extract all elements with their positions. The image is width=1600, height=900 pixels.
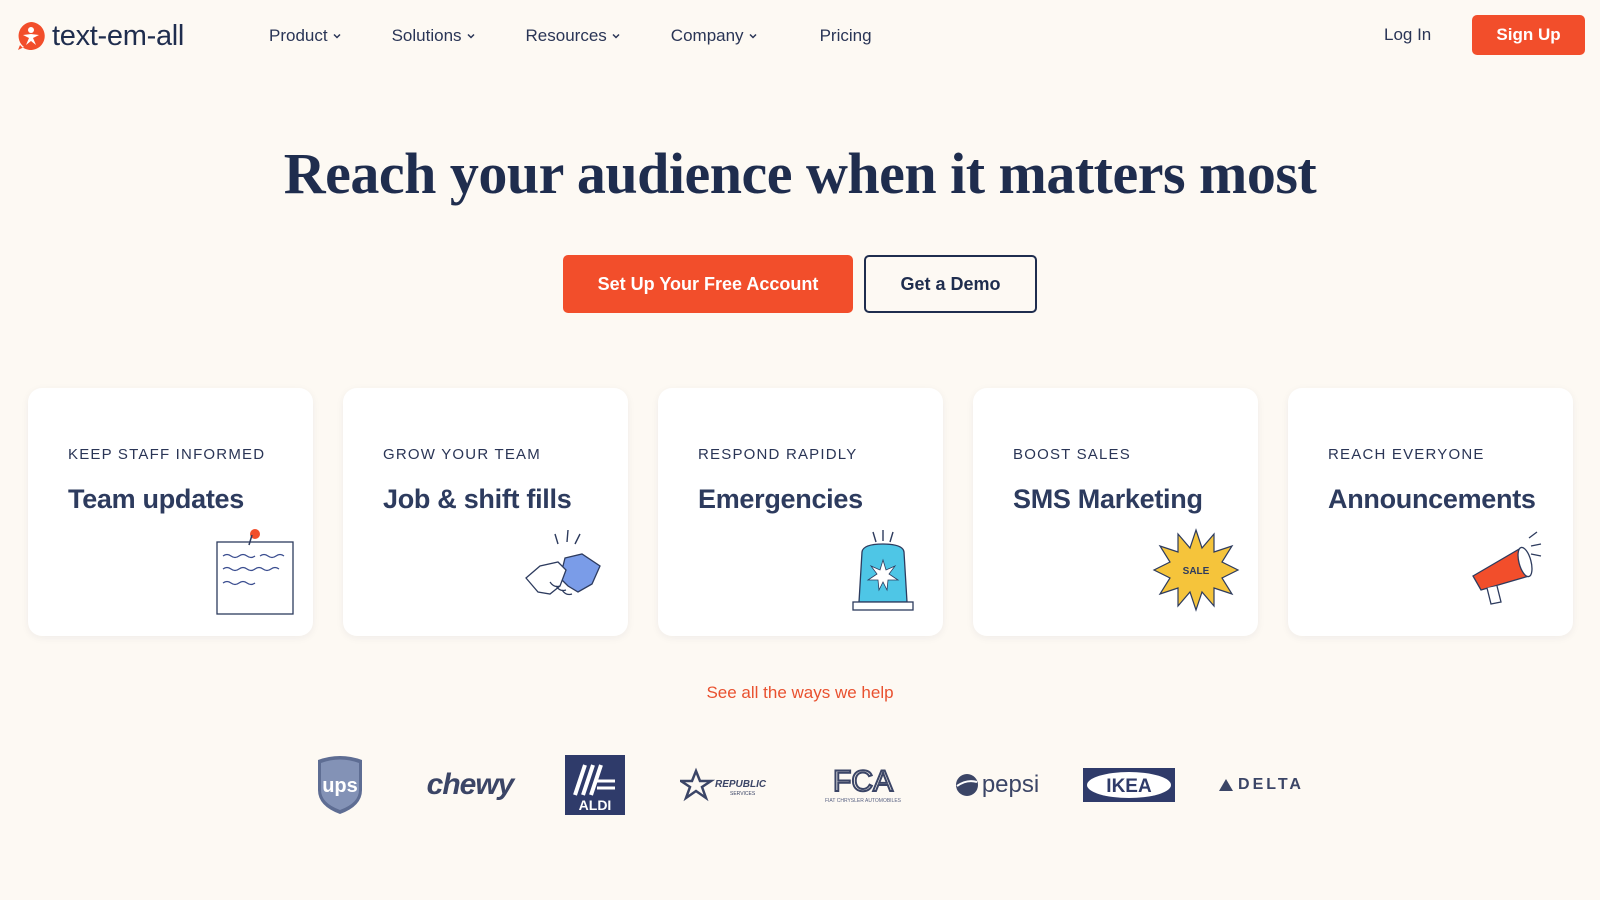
republic-services-logo: REPUBLIC SERVICES xyxy=(680,752,776,818)
nav-item-pricing[interactable]: Pricing xyxy=(820,22,872,50)
card-title: SMS Marketing xyxy=(1013,484,1203,514)
hero-title: Reach your audience when it matters most xyxy=(283,141,1317,206)
pepsi-logo: pepsi xyxy=(952,752,1042,818)
pepsi-logo-text: pepsi xyxy=(981,771,1040,798)
see-all-link[interactable]: See all the ways we help xyxy=(0,683,1600,703)
text-em-all-logo-icon xyxy=(15,20,47,52)
signup-button[interactable]: Sign Up xyxy=(1472,15,1585,55)
pinned-note-icon xyxy=(216,529,294,615)
chevron-down-icon xyxy=(467,33,475,39)
card-title: Team updates xyxy=(68,484,244,514)
brand-name: text-em-all xyxy=(52,20,185,52)
main-menu: Product Solutions Resources Company Pric… xyxy=(269,22,872,50)
nav-item-label: Company xyxy=(670,26,744,45)
card-job-shift-fills[interactable]: GROW YOUR TEAM Job & shift fills xyxy=(343,388,628,636)
nav-item-label: Resources xyxy=(525,26,607,45)
get-demo-button[interactable]: Get a Demo xyxy=(864,255,1037,313)
ups-logo-text: ups xyxy=(322,775,358,797)
top-navigation: text-em-all Product Solutions Resources … xyxy=(0,0,1600,72)
sale-badge-icon: SALE xyxy=(1152,528,1240,612)
card-kicker: KEEP STAFF INFORMED xyxy=(68,446,266,463)
sale-badge-text: SALE xyxy=(1183,566,1210,577)
ups-logo: ups xyxy=(314,752,366,818)
customer-logos: ups chewy ALDI REPUBLIC SERVICES FCA FIA… xyxy=(310,752,1310,818)
card-title: Emergencies xyxy=(698,484,863,514)
nav-item-resources[interactable]: Resources xyxy=(526,22,621,50)
card-kicker: BOOST SALES xyxy=(1013,446,1131,463)
card-title: Job & shift fills xyxy=(383,484,572,514)
use-case-cards: KEEP STAFF INFORMED Team updates GROW YO… xyxy=(28,388,1573,636)
handshake-icon xyxy=(525,529,601,596)
card-title: Announcements xyxy=(1328,484,1536,514)
delta-triangle-icon xyxy=(1219,779,1234,791)
ikea-logo: IKEA xyxy=(1083,752,1175,818)
nav-item-company[interactable]: Company xyxy=(671,22,758,50)
chewy-logo-text: chewy xyxy=(426,768,515,801)
chevron-down-icon xyxy=(333,33,341,39)
card-kicker: RESPOND RAPIDLY xyxy=(698,446,858,463)
republic-logo-subtext: SERVICES xyxy=(730,791,756,797)
card-kicker: GROW YOUR TEAM xyxy=(383,446,541,463)
ikea-logo-text: IKEA xyxy=(1106,776,1152,797)
card-announcements[interactable]: REACH EVERYONE Announcements xyxy=(1288,388,1573,636)
fca-logo-text: FCA xyxy=(833,765,893,798)
nav-item-label: Pricing xyxy=(819,26,872,45)
chewy-logo: chewy xyxy=(422,752,518,818)
siren-icon xyxy=(852,530,914,611)
republic-logo-text: REPUBLIC xyxy=(715,779,767,790)
login-link[interactable]: Log In xyxy=(1384,22,1431,48)
delta-logo-text: DELTA xyxy=(1238,776,1304,793)
card-sms-marketing[interactable]: BOOST SALES SMS Marketing SALE xyxy=(973,388,1258,636)
fca-logo: FCA FIAT CHRYSLER AUTOMOBILES xyxy=(815,752,911,818)
delta-logo: DELTA xyxy=(1216,752,1306,818)
nav-item-product[interactable]: Product xyxy=(269,22,342,50)
aldi-logo-text: ALDI xyxy=(579,797,612,813)
aldi-logo: ALDI xyxy=(565,752,625,818)
page: text-em-all Product Solutions Resources … xyxy=(0,0,1600,900)
nav-item-label: Product xyxy=(269,26,328,45)
brand-logo[interactable]: text-em-all xyxy=(15,20,184,52)
card-kicker: REACH EVERYONE xyxy=(1328,446,1485,463)
pepsi-globe-icon xyxy=(955,774,978,796)
free-account-button[interactable]: Set Up Your Free Account xyxy=(563,255,853,313)
megaphone-icon xyxy=(1472,531,1542,605)
chevron-down-icon xyxy=(749,33,757,39)
chevron-down-icon xyxy=(612,33,620,39)
nav-item-label: Solutions xyxy=(391,26,462,45)
nav-item-solutions[interactable]: Solutions xyxy=(392,22,476,50)
card-team-updates[interactable]: KEEP STAFF INFORMED Team updates xyxy=(28,388,313,636)
fca-logo-subtext: FIAT CHRYSLER AUTOMOBILES xyxy=(825,798,902,804)
card-emergencies[interactable]: RESPOND RAPIDLY Emergencies xyxy=(658,388,943,636)
